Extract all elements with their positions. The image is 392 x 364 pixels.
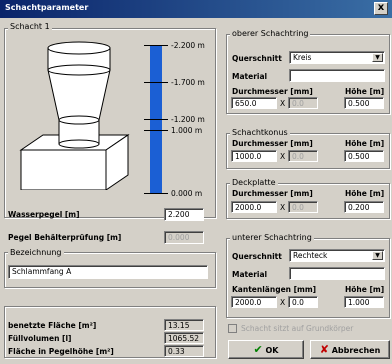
cancel-button[interactable]: ✘ Abbrechen [310,340,390,359]
deckplatte-title: Deckplatte [230,178,278,187]
base-front-face [20,149,107,190]
oberer-material-input[interactable] [289,69,385,82]
shaft-title: Schacht 1 [8,22,52,31]
fuellvolumen-value: 1065.52 [164,332,204,344]
cancel-x-icon: ✘ [319,343,329,356]
konus-hoehe-input[interactable]: 0.500 [344,150,384,162]
oberer-hoehe-label: Höhe [m] [345,87,385,96]
gauge-label: -2.200 m [171,41,205,50]
deckplatte-x-label: X [280,203,286,212]
oberer-d2-input: 0.0 [288,97,318,109]
shaft-drawing [19,41,130,190]
window-title: Schachtparameter [5,3,89,12]
konus-title: Schachtkonus [230,128,290,137]
gauge-label: -1.700 m [171,78,205,87]
chevron-down-icon[interactable]: ▼ [372,251,383,260]
unterer-kanten-label: Kantenlängen [mm] [232,285,317,294]
oberer-durchmesser-label: Durchmesser [mm] [232,87,313,96]
oberer-material-label: Material [232,72,268,81]
deckplatte-d2-input: 0.0 [288,201,318,213]
pegel-input: 0.000 [164,231,204,244]
grundkoerper-checkbox [228,324,237,333]
konus-x-label: X [280,152,286,161]
gauge-label: -1.200 m [171,115,205,124]
unterer-querschnitt-value: Rechteck [293,251,328,260]
konus-hoehe-label: Höhe [m] [345,139,385,148]
unterer-querschnitt-select[interactable]: Rechteck ▼ [289,249,385,262]
cancel-button-label: Abbrechen [331,346,381,355]
oberer-querschnitt-select[interactable]: Kreis ▼ [289,51,385,64]
konus-d1-input[interactable]: 1000.0 [231,150,277,162]
grundkoerper-checkbox-label: Schacht sitzt auf Grundkörper [241,324,354,333]
close-icon: x [377,2,385,13]
oberer-title: oberer Schachtring [230,29,311,38]
dialog-window: Schachtparameter x Schacht 1 -2.200 m -1… [0,0,392,364]
deckplatte-d1-input[interactable]: 2000.0 [231,201,277,213]
fuellvolumen-label: Füllvolumen [l] [8,334,72,343]
unterer-hoehe-input[interactable]: 1.000 [344,296,384,308]
unterer-querschnitt-label: Querschnitt [232,252,282,261]
deckplatte-hoehe-label: Höhe [m] [345,189,385,198]
cone-body [47,69,111,121]
gauge-tick [144,82,168,83]
bezeichnung-input[interactable]: Schlammfang A [8,265,208,279]
oberer-x-label: X [280,99,286,108]
ok-button-label: OK [265,346,279,355]
cone-mid-ellipse [58,115,100,125]
flaeche-value: 13.15 [164,319,204,331]
title-bar[interactable]: Schachtparameter x [0,0,392,18]
oberer-querschnitt-value: Kreis [293,53,312,62]
konus-durchmesser-label: Durchmesser [mm] [232,139,313,148]
unterer-material-label: Material [232,270,268,279]
wasserpegel-label: Wasserpegel [m] [8,210,80,219]
gauge-label: 1.000 m [171,126,203,135]
unterer-d1-input[interactable]: 2000.0 [231,296,277,308]
oberer-d1-input[interactable]: 650.0 [231,97,277,109]
gauge-label: 0.000 m [171,189,203,198]
pegelhoehe-label: Fläche in Pegelhöhe [m²] [8,347,114,356]
gauge-tick [144,130,168,131]
konus-d2-input: 0.0 [288,150,318,162]
deckplatte-hoehe-input[interactable]: 0.200 [344,201,384,213]
unterer-x-label: X [280,298,286,307]
unterer-material-input[interactable] [289,267,385,280]
top-ring-lower-ellipse [47,64,111,76]
pegel-label: Pegel Behälterprüfung [m] [8,233,122,242]
bezeichnung-title: Bezeichnung [8,248,64,257]
gauge-tick [144,193,168,194]
deckplatte-durchmesser-label: Durchmesser [mm] [232,189,313,198]
close-button[interactable]: x [374,2,388,15]
check-icon: ✔ [253,343,263,356]
cone-bottom-ellipse [58,139,100,149]
chevron-down-icon[interactable]: ▼ [372,53,383,62]
pegelhoehe-value: 0.33 [164,345,204,357]
unterer-d2-input[interactable]: 0.0 [288,296,318,308]
gauge-tick [144,119,168,120]
unterer-title: unterer Schachtring [230,233,314,242]
flaeche-label: benetzte Fläche [m²] [8,321,97,330]
ok-button[interactable]: ✔ OK [228,340,304,359]
top-ring-upper-ellipse [47,41,111,55]
gauge-tick [144,45,168,46]
oberer-querschnitt-label: Querschnitt [232,54,282,63]
unterer-hoehe-label: Höhe [m] [345,285,385,294]
oberer-hoehe-input[interactable]: 0.500 [344,97,384,109]
wasserpegel-input[interactable]: 2.200 [164,208,204,221]
